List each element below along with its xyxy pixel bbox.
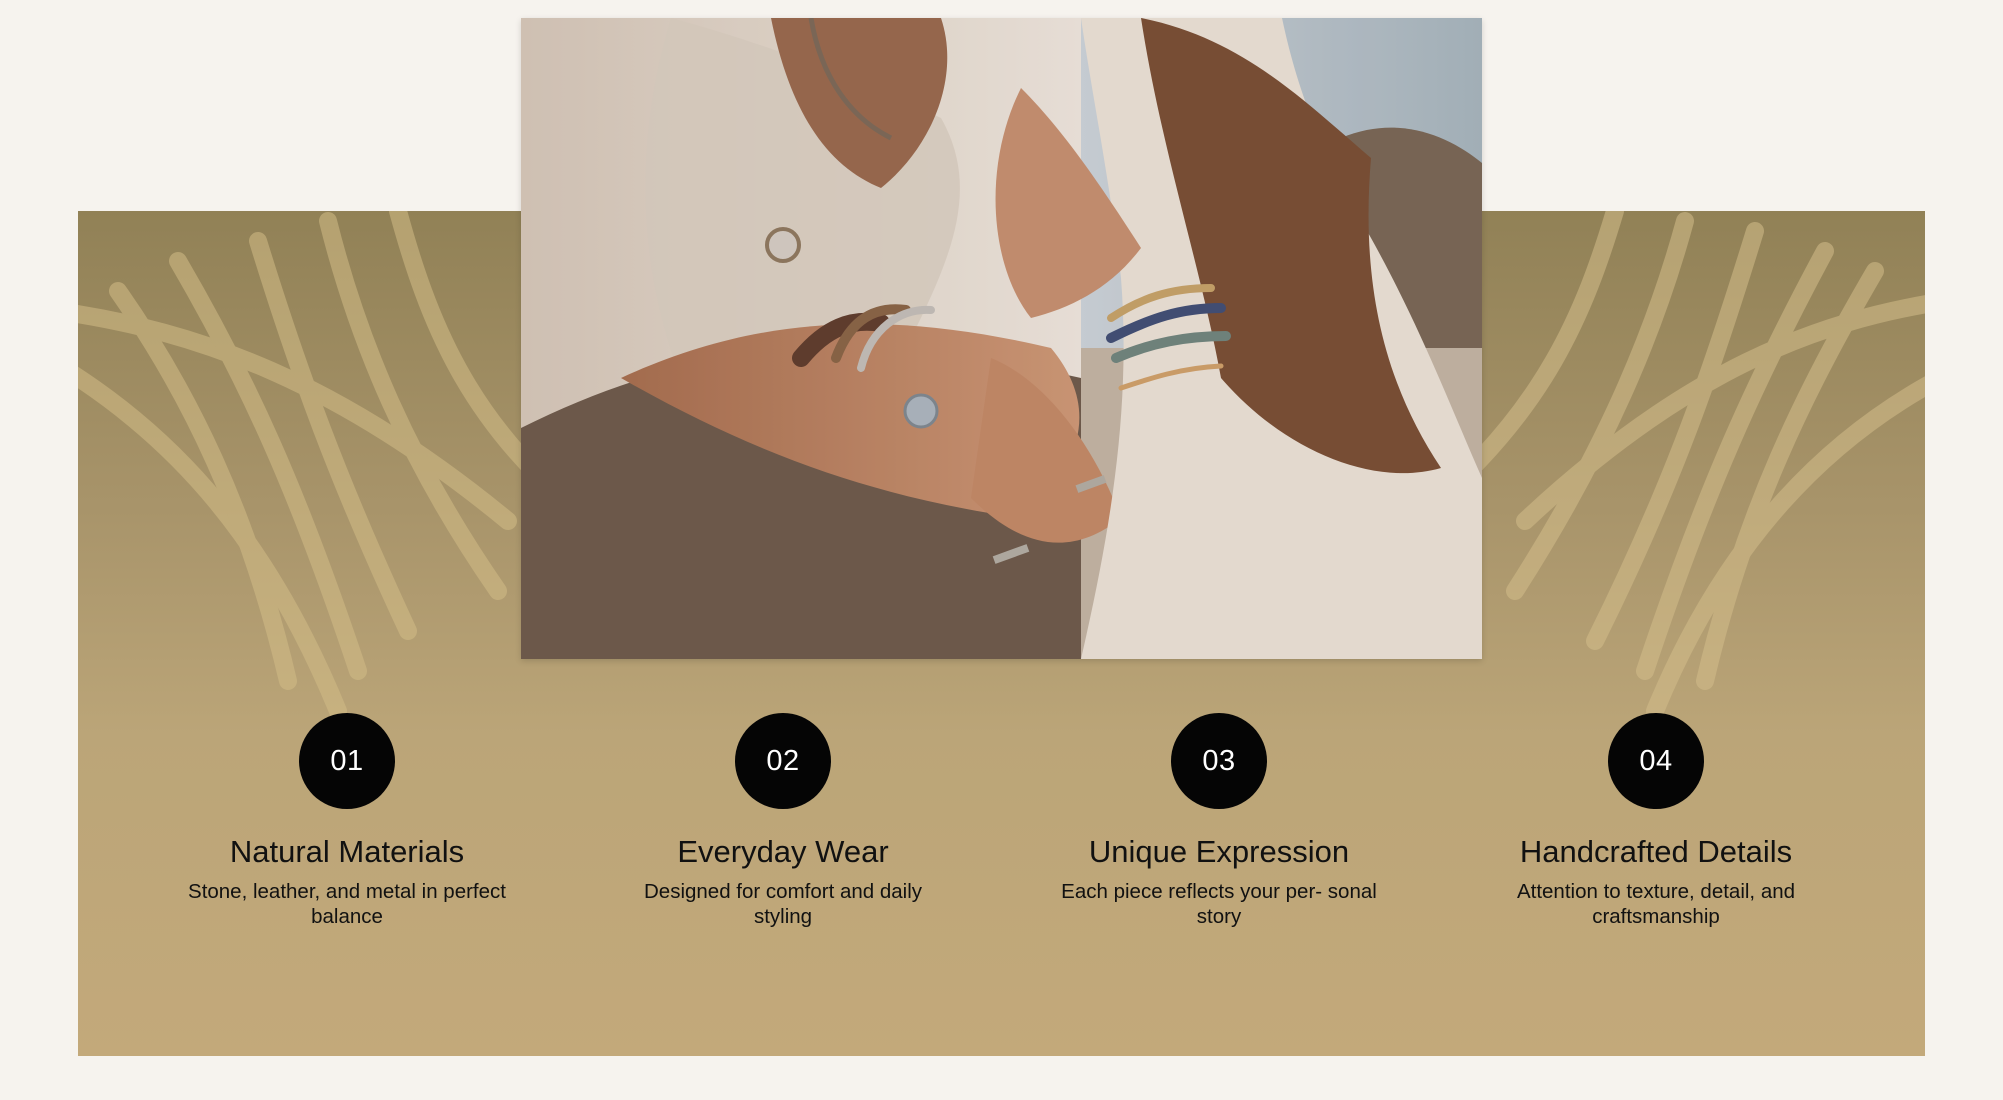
feature-title: Natural Materials bbox=[229, 834, 465, 869]
feature-description: Designed for comfort and daily styling bbox=[643, 880, 923, 928]
feature-description: Stone, leather, and metal in perfect bal… bbox=[188, 880, 506, 928]
feature-item-everyday-wear: 02 Everyday Wear Designed for comfort an… bbox=[603, 713, 963, 929]
feature-number-badge: 04 bbox=[1608, 713, 1704, 809]
page: 01 Natural Materials Stone, leather, and… bbox=[0, 0, 2003, 1100]
features-row: 01 Natural Materials Stone, leather, and… bbox=[78, 713, 1925, 973]
feature-title: Handcrafted Details bbox=[1519, 834, 1793, 869]
feature-description: Attention to texture, detail, and crafts… bbox=[1516, 880, 1796, 928]
feature-title: Unique Expression bbox=[1088, 834, 1350, 869]
palm-leaf-shadow-left bbox=[78, 211, 587, 720]
feature-title: Everyday Wear bbox=[677, 834, 889, 869]
feature-number-badge: 02 bbox=[735, 713, 831, 809]
hero-jewelry-photo bbox=[521, 18, 1482, 659]
couple-photo-illustration bbox=[521, 18, 1482, 659]
feature-item-natural-materials: 01 Natural Materials Stone, leather, and… bbox=[167, 713, 527, 929]
feature-item-handcrafted-details: 04 Handcrafted Details Attention to text… bbox=[1476, 713, 1836, 929]
feature-item-unique-expression: 03 Unique Expression Each piece reflects… bbox=[1039, 713, 1399, 929]
feature-number-badge: 01 bbox=[299, 713, 395, 809]
feature-number-badge: 03 bbox=[1171, 713, 1267, 809]
palm-leaf-shadow-right bbox=[1416, 211, 1925, 720]
feature-description: Each piece reflects your per- sonal stor… bbox=[1061, 880, 1377, 928]
